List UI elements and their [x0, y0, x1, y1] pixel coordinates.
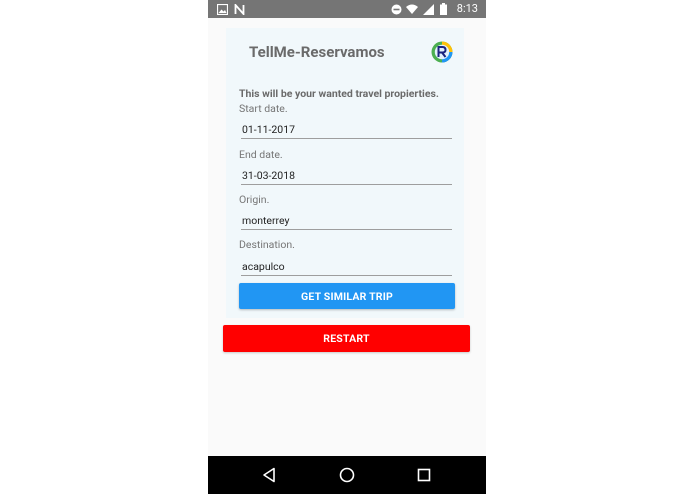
status-time: 8:13: [456, 2, 478, 15]
destination-field[interactable]: acapulco: [241, 258, 452, 276]
battery-icon: [437, 3, 449, 15]
home-icon[interactable]: [338, 466, 356, 484]
image-icon: [216, 3, 228, 15]
origin-label: Origin.: [239, 193, 270, 206]
get-similar-trip-button[interactable]: GET SIMILAR TRIP: [239, 283, 455, 309]
end-date-label: End date.: [239, 148, 283, 161]
origin-field[interactable]: monterrey: [241, 212, 452, 230]
app-title: TellMe-Reservamos: [249, 43, 385, 61]
destination-label: Destination.: [239, 238, 295, 251]
end-date-field[interactable]: 31-03-2018: [241, 167, 452, 185]
do-not-disturb-icon: [390, 3, 402, 15]
navigation-bar: [208, 456, 486, 494]
status-bar: 8:13: [208, 0, 486, 18]
signal-icon: [422, 3, 434, 15]
back-icon[interactable]: [260, 466, 278, 484]
n-notification-icon: [233, 3, 245, 15]
restart-button[interactable]: RESTART: [223, 325, 470, 352]
recents-icon[interactable]: [415, 466, 433, 484]
start-date-field[interactable]: 01-11-2017: [241, 121, 452, 139]
phone-screen: 8:13 TellMe-Reservamos This will be your…: [208, 0, 486, 494]
form-subtitle: This will be your wanted travel propiert…: [239, 87, 439, 100]
start-date-label: Start date.: [239, 102, 288, 115]
wifi-icon: [406, 3, 418, 15]
reservamos-logo-icon: [431, 41, 453, 63]
